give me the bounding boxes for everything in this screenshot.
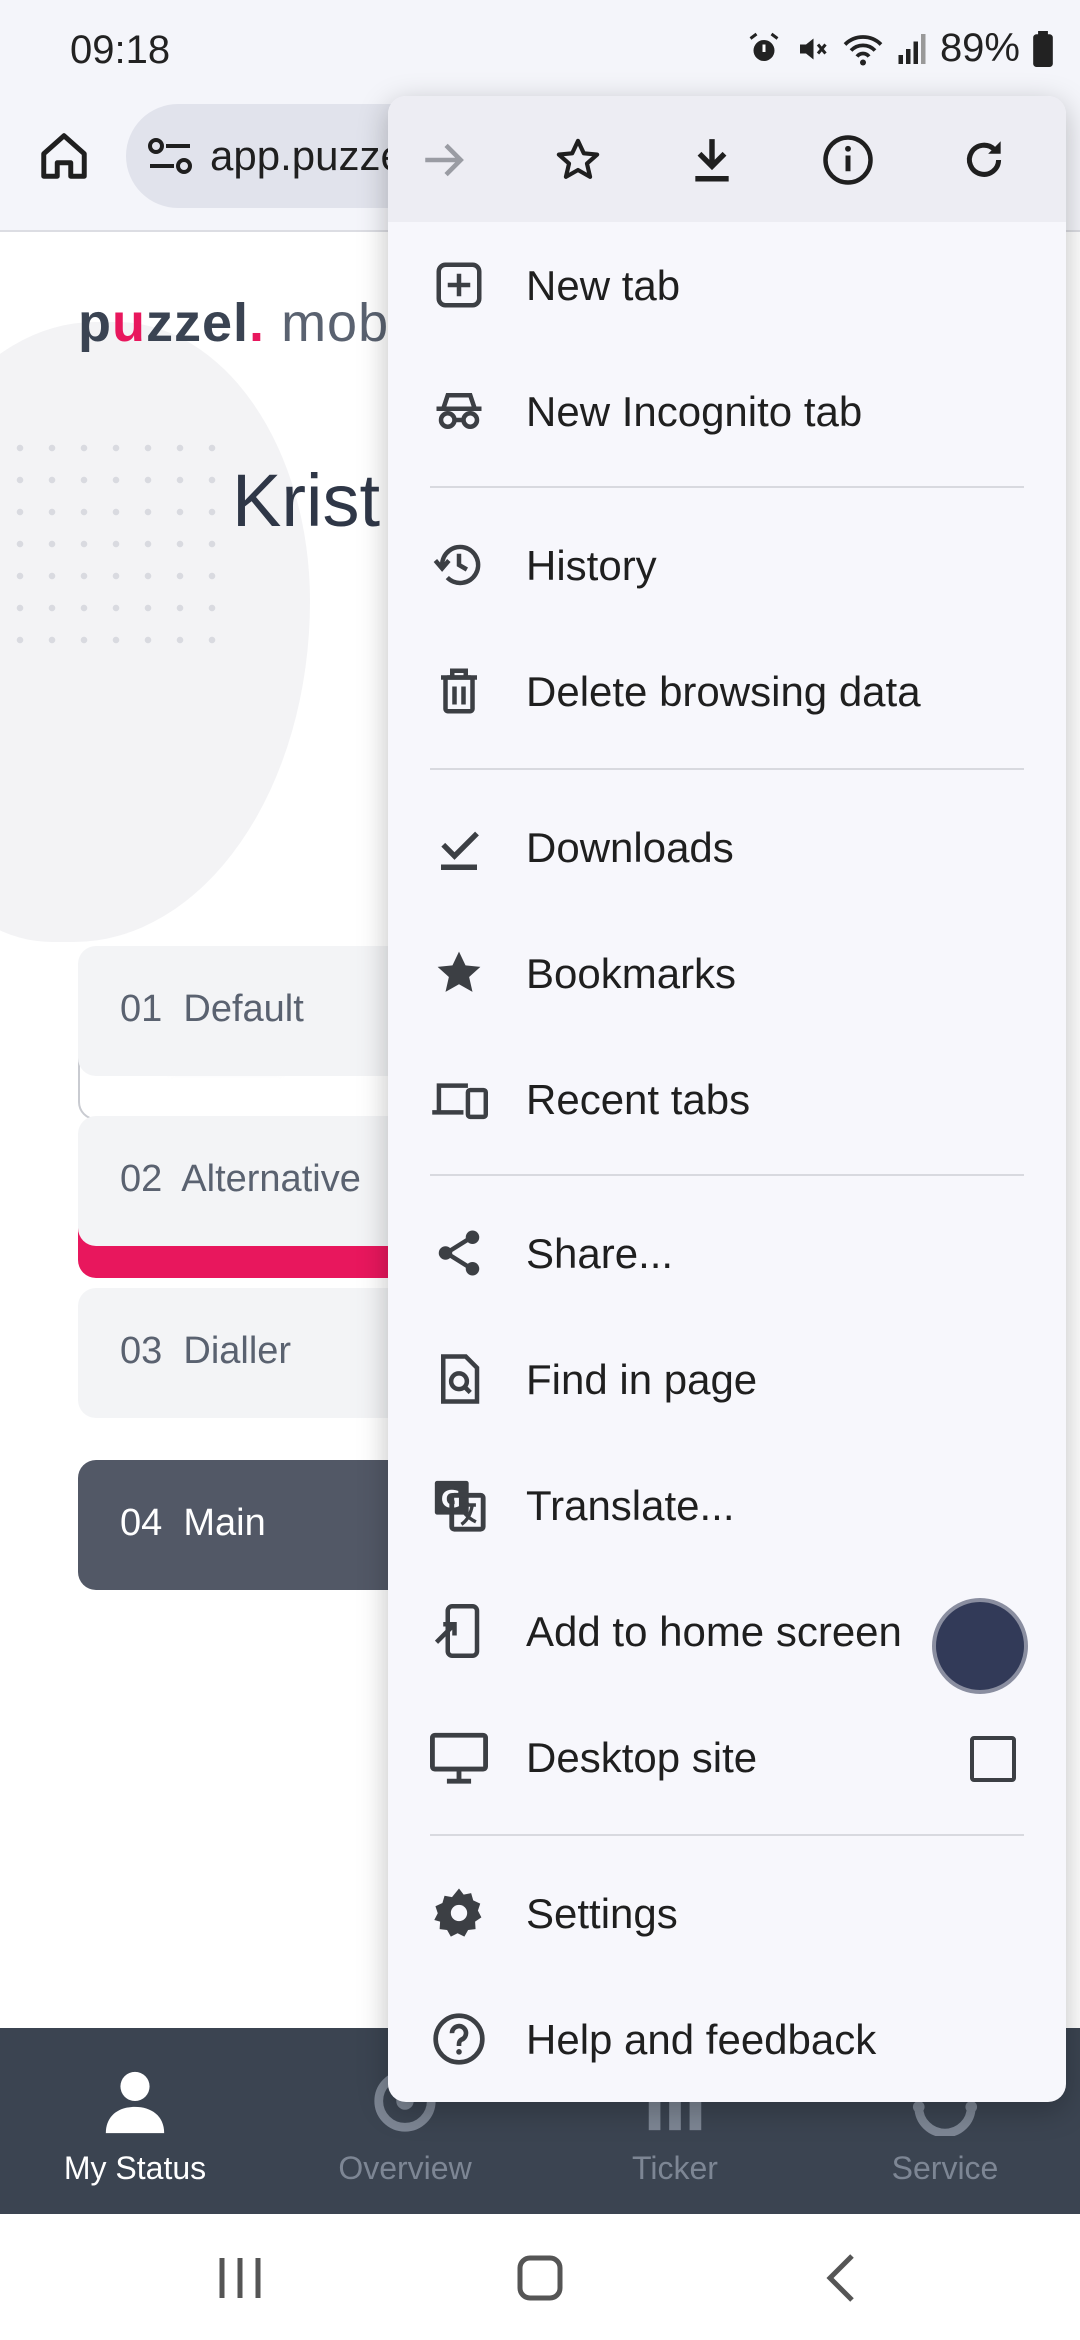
menu-divider [430, 1834, 1024, 1836]
menu-divider [430, 486, 1024, 488]
refresh-button[interactable] [946, 122, 1022, 198]
history-icon [430, 536, 488, 594]
gear-icon [430, 1884, 488, 1942]
downloads-check-icon [430, 818, 488, 876]
puzzel-logo: puzzel. mob [78, 293, 390, 353]
menu-item-label: Downloads [526, 824, 734, 871]
site-settings-icon[interactable] [146, 134, 194, 178]
status-time: 09:18 [70, 28, 171, 72]
menu-item-label: Desktop site [526, 1734, 758, 1781]
find-in-page-icon [430, 1350, 488, 1408]
menu-item-new-tab[interactable]: New tab [388, 222, 1066, 348]
signal-icon [896, 31, 928, 67]
menu-item-bookmarks[interactable]: Bookmarks [388, 910, 1066, 1036]
nav-label: Service [891, 2150, 999, 2186]
menu-action-bar [388, 96, 1066, 222]
menu-item-label: Help and feedback [526, 2016, 877, 2063]
status-icons: 89% [746, 26, 1054, 71]
nav-label: Ticker [632, 2150, 718, 2186]
menu-divider [430, 1174, 1024, 1176]
bookmark-button[interactable] [540, 122, 616, 198]
menu-item-label: Translate... [526, 1482, 735, 1529]
download-icon [695, 139, 729, 182]
menu-item-label: Settings [526, 1890, 678, 1937]
info-icon [823, 135, 873, 185]
browser-overflow-menu: New tab New Incognito tab History Delete… [388, 96, 1066, 2102]
page-info-button[interactable] [810, 122, 886, 198]
menu-divider [430, 768, 1024, 770]
system-navigation [0, 2214, 1080, 2340]
menu-item-new-incognito-tab[interactable]: New Incognito tab [388, 348, 1066, 474]
home-button[interactable] [30, 122, 98, 190]
touch-indicator [932, 1598, 1028, 1694]
alarm-icon [746, 31, 782, 67]
menu-item-add-to-home-screen[interactable]: Add to home screen [388, 1568, 1066, 1694]
status-bar: 09:18 89% [0, 0, 1080, 100]
menu-item-translate[interactable]: G Translate... [388, 1442, 1066, 1568]
greeting-text: Krist [232, 459, 380, 542]
nav-label: My Status [63, 2150, 207, 2186]
add-to-home-screen-icon [430, 1602, 488, 1660]
forward-button[interactable] [406, 122, 482, 198]
menu-item-recent-tabs[interactable]: Recent tabs [388, 1036, 1066, 1162]
menu-item-label: Find in page [526, 1356, 758, 1403]
help-icon [430, 2010, 488, 2068]
battery-icon [1032, 30, 1054, 67]
background-dots [4, 432, 234, 662]
menu-item-find-in-page[interactable]: Find in page [388, 1316, 1066, 1442]
menu-item-settings[interactable]: Settings [388, 1850, 1066, 1976]
menu-item-label: Delete browsing data [526, 668, 921, 715]
battery-percent: 89% [939, 26, 1020, 70]
back-icon[interactable] [812, 2250, 872, 2306]
download-page-button[interactable] [674, 122, 750, 198]
menu-item-label: New Incognito tab [526, 388, 863, 435]
menu-item-help-and-feedback[interactable]: Help and feedback [388, 1976, 1066, 2102]
nav-label: Overview [338, 2150, 472, 2186]
wifi-icon [842, 31, 884, 67]
person-icon [105, 2071, 165, 2134]
desktop-icon [430, 1728, 488, 1786]
menu-item-share[interactable]: Share... [388, 1190, 1066, 1316]
incognito-icon [430, 382, 488, 440]
recent-apps-icon[interactable] [210, 2250, 270, 2306]
menu-item-delete-browsing-data[interactable]: Delete browsing data [388, 628, 1066, 754]
nav-my-status[interactable]: My Status [0, 2028, 270, 2214]
forward-arrow-icon [425, 143, 464, 177]
menu-item-label: Bookmarks [526, 950, 737, 997]
menu-item-desktop-site[interactable]: Desktop site [388, 1694, 1066, 1820]
menu-item-label: History [526, 542, 657, 589]
home-system-icon[interactable] [510, 2250, 570, 2306]
menu-item-label: Share... [526, 1230, 674, 1277]
menu-item-label: Recent tabs [526, 1076, 751, 1123]
devices-icon [430, 1070, 488, 1128]
menu-item-history[interactable]: History [388, 502, 1066, 628]
home-icon [41, 133, 87, 179]
menu-item-label: New tab [526, 262, 681, 309]
star-filled-icon [430, 944, 488, 1002]
new-tab-icon [430, 256, 488, 314]
translate-icon: G [430, 1476, 488, 1534]
menu-item-downloads[interactable]: Downloads [388, 784, 1066, 910]
trash-icon [430, 662, 488, 720]
desktop-site-checkbox[interactable] [970, 1736, 1016, 1782]
refresh-icon [966, 141, 1002, 177]
star-outline-icon [556, 138, 600, 179]
menu-item-label: Add to home screen [526, 1608, 902, 1655]
share-icon [430, 1224, 488, 1282]
mute-icon [794, 31, 830, 67]
